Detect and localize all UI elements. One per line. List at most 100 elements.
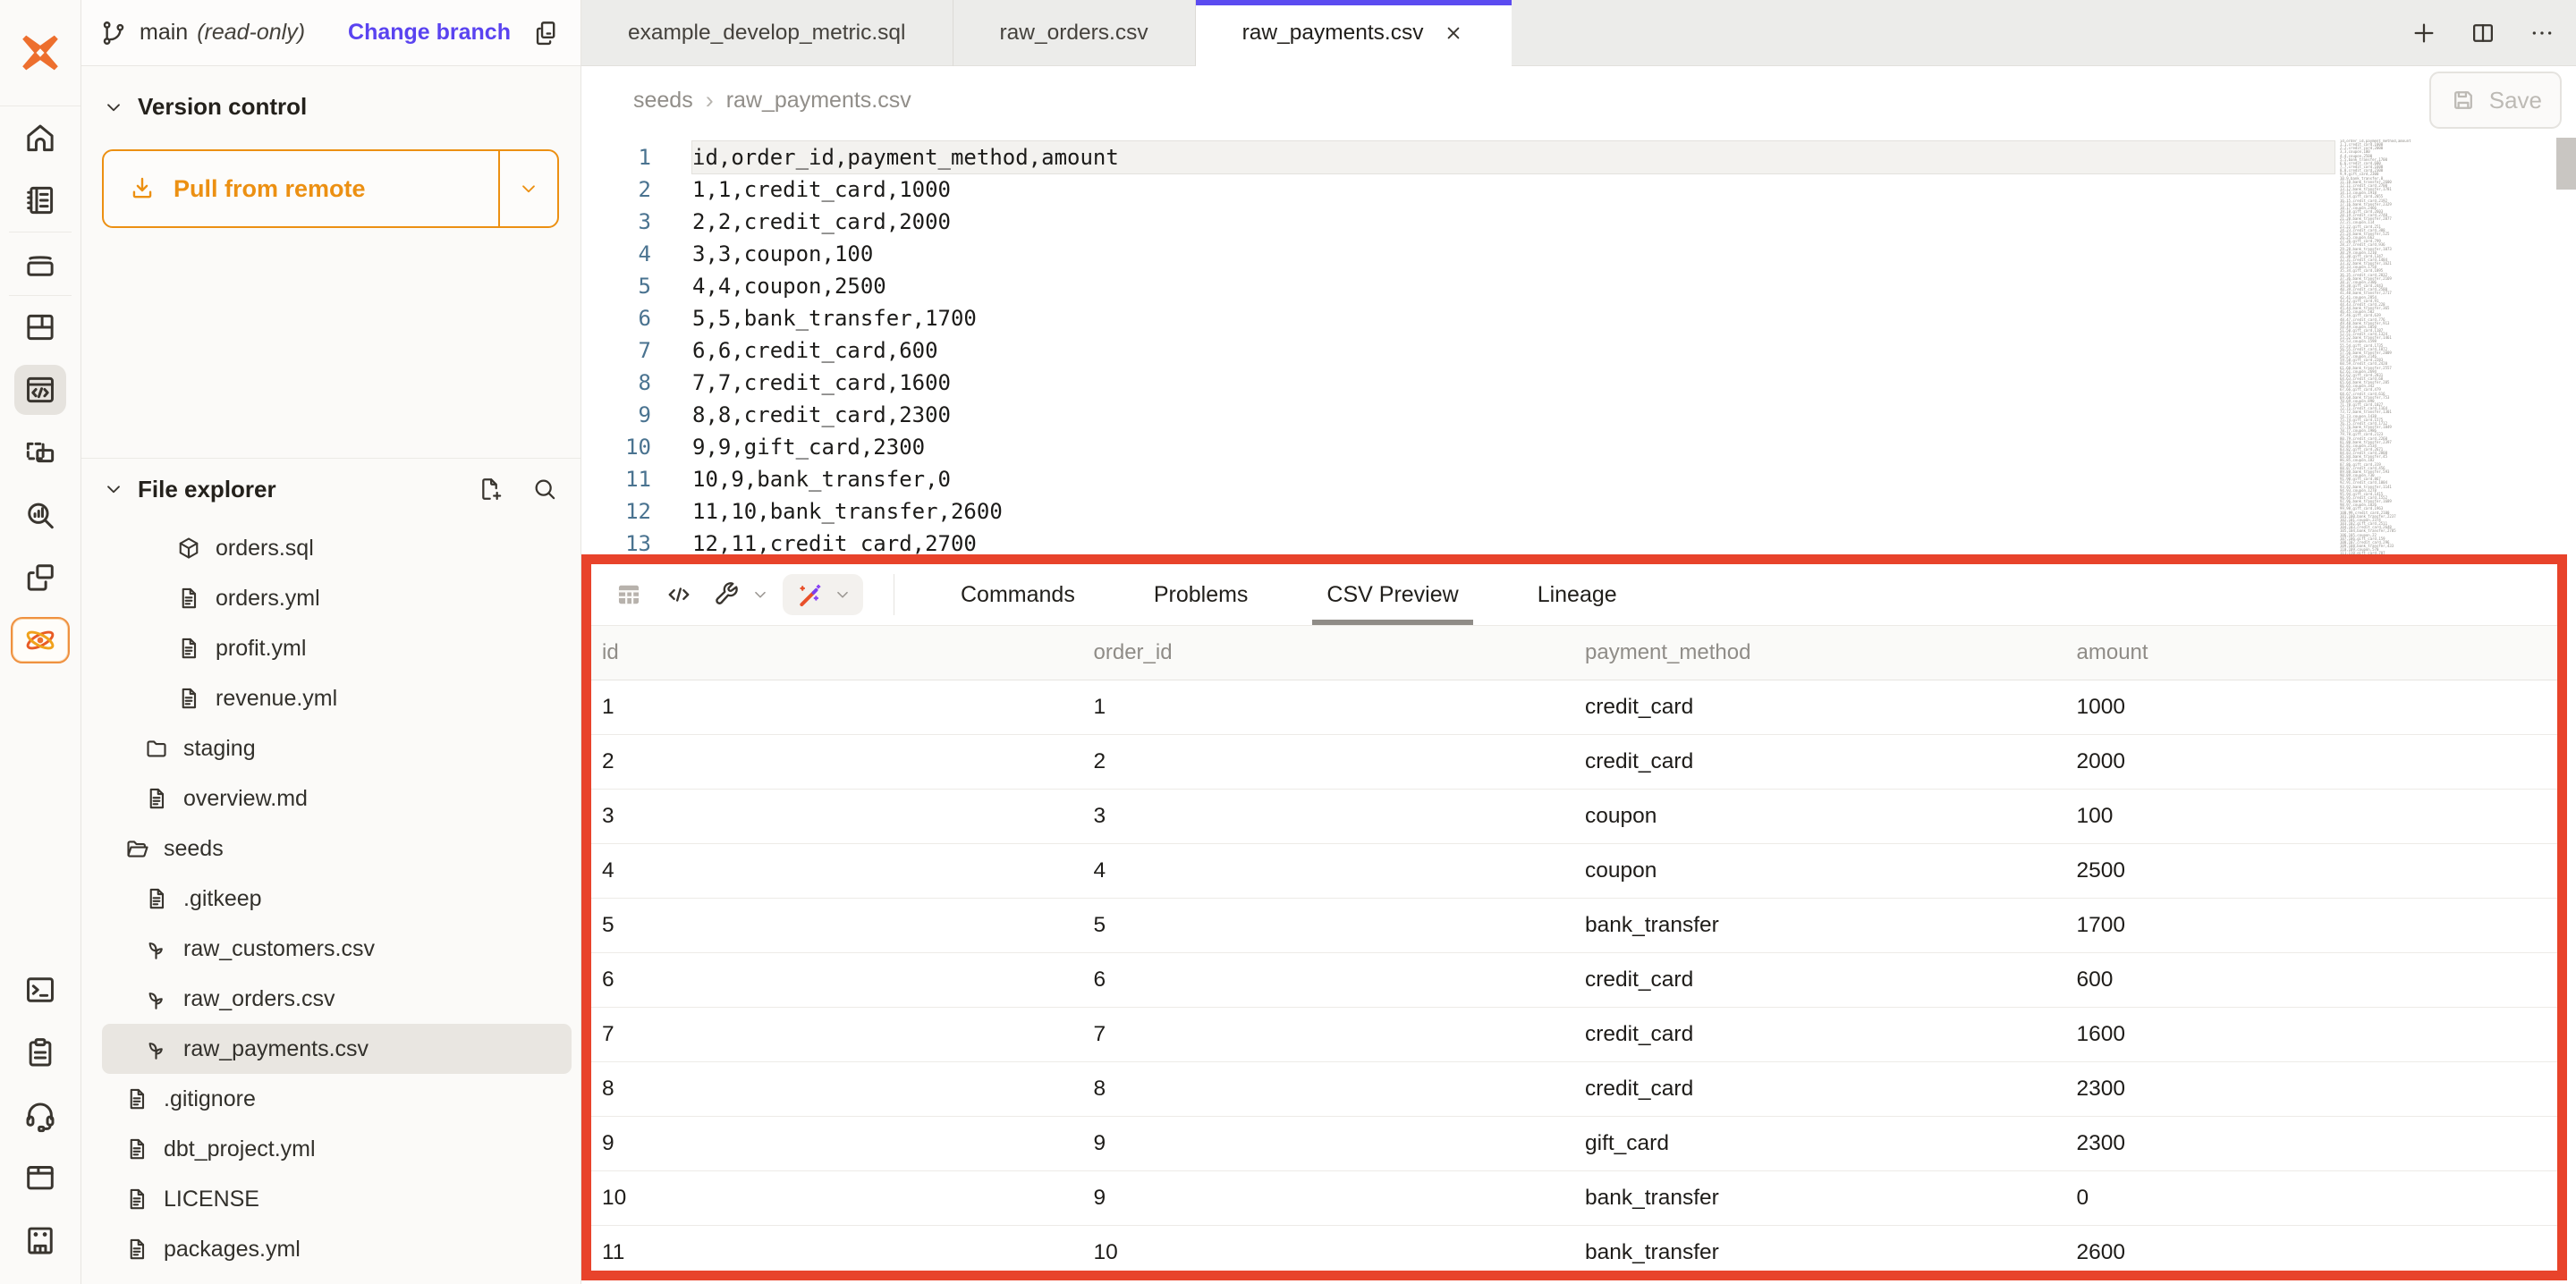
copy-branch-button[interactable] [530,18,561,48]
rail-item-windows[interactable] [9,546,72,609]
close-tab-icon[interactable] [1442,21,1465,45]
line-text: 10,9,bank_transfer,0 [692,463,2334,495]
code-line-13[interactable]: 1312,11,credit_card,2700 [581,528,2334,554]
file-item-orders.yml[interactable]: orders.yml [102,573,572,623]
csv-cell: credit_card [1574,749,2066,774]
line-text: 8,8,credit_card,2300 [692,399,2334,431]
code-line-11[interactable]: 1110,9,bank_transfer,0 [581,463,2334,495]
file-item-label: raw_orders.csv [183,986,335,1012]
code-line-10[interactable]: 109,9,gift_card,2300 [581,431,2334,463]
editor-scrollbar-thumb[interactable] [2556,138,2576,190]
file-doc-icon [175,685,202,712]
code-line-1[interactable]: 1id,order_id,payment_method,amount [581,141,2334,173]
file-item-label: seeds [164,836,224,862]
csv-cell: 2 [591,749,1083,774]
code-line-12[interactable]: 1211,10,bank_transfer,2600 [581,495,2334,528]
rail-item-browser-window[interactable] [9,1146,72,1209]
minimap[interactable]: id,order_id,payment_method,amount1,1,cre… [2340,139,2411,554]
csv-cell: 1600 [2066,1022,2558,1047]
line-text: 3,3,coupon,100 [692,238,2334,270]
tab-label: raw_orders.csv [1000,21,1148,46]
code-line-6[interactable]: 65,5,bank_transfer,1700 [581,302,2334,334]
editor-tab-raw_payments.csv[interactable]: raw_payments.csv [1196,0,1512,66]
breadcrumb-folder[interactable]: seeds [633,88,693,114]
file-item-.gitignore[interactable]: .gitignore [102,1074,572,1124]
more-options-button[interactable] [2528,19,2556,47]
file-item-overview.md[interactable]: overview.md [102,773,572,824]
search-files-button[interactable] [530,475,559,503]
file-item-label: profit.yml [216,636,306,662]
rail-item-inbox-drawer[interactable] [9,232,72,295]
code-line-4[interactable]: 43,3,coupon,100 [581,238,2334,270]
rail-item-atom[interactable] [9,609,72,672]
file-tree: orders.sqlorders.yml profit.yml revenue.ym… [80,523,580,1274]
code-line-2[interactable]: 21,1,credit_card,1000 [581,173,2334,206]
code-line-9[interactable]: 98,8,credit_card,2300 [581,399,2334,431]
code-lines: 1id,order_id,payment_method,amount21,1,c… [581,141,2334,554]
panel-tool-wrench[interactable] [711,579,770,610]
file-item-profit.yml[interactable]: profit.yml [102,623,572,673]
rail-item-notebook[interactable] [9,169,72,232]
line-text: 2,2,credit_card,2000 [692,206,2334,238]
csv-cell: 5 [1083,913,1575,938]
file-item-label: overview.md [183,786,308,812]
file-item-raw_orders.csv[interactable]: raw_orders.csv [102,974,572,1024]
save-button[interactable]: Save [2429,72,2562,129]
file-item-seeds[interactable]: seeds [102,824,572,874]
ellipsis-icon [2528,19,2556,47]
panel-tab-Problems[interactable]: Problems [1114,564,1288,625]
chevron-down-icon[interactable] [102,477,125,501]
panel-tool-table[interactable] [604,570,654,620]
csv-preview-table: 11credit_card100022credit_card200033coup… [591,680,2557,1280]
rail-item-layout-grid[interactable] [9,296,72,359]
rail-item-search-insights[interactable] [9,484,72,546]
panel-tab-CSV Preview[interactable]: CSV Preview [1287,564,1497,625]
pull-from-remote-button[interactable]: Pull from remote [102,149,559,228]
app-logo[interactable] [0,0,80,106]
rail-item-home[interactable] [9,106,72,169]
file-item-revenue.yml[interactable]: revenue.yml [102,673,572,723]
code-line-7[interactable]: 7 6,6,credit_card,600 [581,334,2334,367]
rail-item-selection-frame[interactable] [9,421,72,484]
code-line-8[interactable]: 87,7,credit_card,1600 [581,367,2334,399]
file-item-label: raw_payments.csv [183,1036,369,1062]
file-item-raw_customers.csv[interactable]: raw_customers.csv [102,924,572,974]
file-item-.gitkeep[interactable]: .gitkeep [102,874,572,924]
rail-item-headset[interactable] [9,1084,72,1146]
rail-item-code-editor[interactable] [9,359,72,421]
rail-item-clipboard[interactable] [9,1021,72,1084]
panel-tab-Lineage[interactable]: Lineage [1498,564,1657,625]
csv-cell: 4 [591,858,1083,883]
branch-readonly-label: (read-only) [197,20,305,46]
file-item-raw_payments.csv[interactable]: raw_payments.csv [102,1024,572,1074]
editor-tab-raw_orders.csv[interactable]: raw_orders.csv [953,0,1196,66]
rail-item-building[interactable] [9,1209,72,1271]
new-tab-button[interactable] [2410,19,2438,47]
rail-item-terminal[interactable] [9,959,72,1021]
file-item-LICENSE[interactable]: LICENSE [102,1174,572,1224]
git-branch-icon [98,18,129,48]
new-file-button[interactable] [475,475,504,503]
code-editor[interactable]: 1id,order_id,payment_method,amount21,1,c… [581,134,2576,554]
split-editor-button[interactable] [2469,19,2497,47]
chevron-down-icon[interactable] [102,96,125,119]
main-area: example_develop_metric.sql raw_orders.csv… [581,0,2576,1284]
plus-icon [2410,19,2438,47]
editor-tab-example_develop_metric.sql[interactable]: example_develop_metric.sql [581,0,953,66]
code-line-3[interactable]: 32,2,credit_card,2000 [581,206,2334,238]
file-doc-icon [123,1085,150,1112]
file-item-orders.sql[interactable]: orders.sql [102,523,572,573]
line-number: 7 [581,338,651,363]
panel-tab-Commands[interactable]: Commands [921,564,1114,625]
panel-tool-code-tag[interactable] [654,570,704,620]
file-item-packages.yml[interactable]: packages.yml [102,1224,572,1274]
code-line-5[interactable]: 54,4,coupon,2500 [581,270,2334,302]
file-item-dbt_project.yml[interactable]: dbt_project.yml [102,1124,572,1174]
file-item-staging[interactable]: staging [102,723,572,773]
line-text: 6,6,credit_card,600 [692,334,2334,367]
windows-icon [21,559,59,596]
pull-options-dropdown[interactable] [498,151,557,226]
change-branch-link[interactable]: Change branch [348,20,511,46]
file-item-label: raw_customers.csv [183,936,375,962]
panel-tool-magic-wand[interactable] [783,574,863,615]
